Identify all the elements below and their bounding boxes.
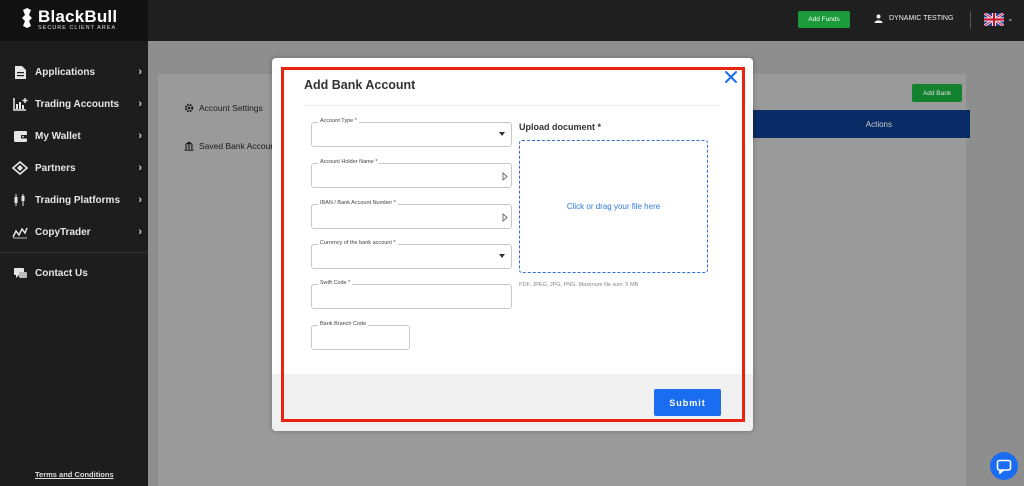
sidebar-item-label: Trading Platforms (35, 194, 121, 206)
field-label: Swift Code * (318, 280, 353, 286)
sidebar-item-partners[interactable]: Partners › (0, 152, 148, 184)
chat-widget-button[interactable] (990, 452, 1018, 480)
document-icon (12, 64, 28, 80)
terms-link[interactable]: Terms and Conditions (35, 470, 114, 479)
trend-icon (12, 224, 28, 240)
table-header: Actions (748, 110, 970, 138)
sidebar-item-label: Contact Us (35, 267, 88, 279)
account-holder-name-input[interactable]: Account Holder Name * (311, 159, 512, 188)
bank-branch-code-input[interactable]: Bank Branch Code (311, 321, 410, 350)
logo[interactable]: BlackBull SECURE CLIENT AREA (0, 0, 148, 41)
chat-icon (996, 459, 1012, 474)
iban-input[interactable]: IBAN / Bank Account Number * (311, 200, 512, 229)
sidebar-item-trading-accounts[interactable]: Trading Accounts › (0, 88, 148, 120)
topbar: Add Funds DYNAMIC TESTING ⌄ (148, 0, 1024, 41)
settings-item-label: Account Settings (199, 103, 263, 113)
upload-document-title: Upload document * (519, 122, 602, 132)
password-manager-icon[interactable] (502, 172, 508, 181)
add-bank-button[interactable]: Add Bank (912, 84, 962, 102)
sidebar-item-contact-us[interactable]: Contact Us (0, 257, 148, 289)
settings-item-label: Saved Bank Accoun (199, 141, 276, 151)
dropzone-text: Click or drag your file here (566, 202, 661, 211)
sidebar-item-label: My Wallet (35, 130, 81, 142)
sidebar-nav: Applications › Trading Accounts › My Wal… (0, 56, 148, 289)
settings-menu: Account Settings Saved Bank Accoun (184, 100, 275, 176)
sidebar-divider (0, 252, 148, 253)
swift-code-input[interactable]: Swift Code * (311, 280, 512, 309)
chevron-right-icon: › (138, 194, 142, 206)
user-menu[interactable]: DYNAMIC TESTING (874, 14, 953, 23)
chevron-down-icon[interactable]: ⌄ (1007, 14, 1014, 23)
sidebar-item-label: Applications (35, 66, 96, 78)
add-bank-account-modal: Add Bank Account Account Type * Account … (272, 58, 753, 431)
file-dropzone[interactable]: Click or drag your file here (519, 140, 708, 273)
user-icon (874, 14, 883, 23)
field-label: Currency of the bank account * (318, 240, 398, 246)
settings-item-account-settings[interactable]: Account Settings (184, 100, 275, 116)
bank-icon (184, 141, 194, 151)
bull-logo-icon (22, 8, 32, 28)
sidebar-item-label: CopyTrader (35, 226, 91, 238)
chat-bubbles-icon (12, 265, 28, 281)
brand-name: BlackBull (38, 7, 118, 26)
dropzone-hint: PDF, JPEG, JPG, PNG. Maximum file size: … (519, 282, 639, 288)
currency-select[interactable]: Currency of the bank account * (311, 240, 512, 269)
close-icon[interactable] (724, 70, 738, 84)
brand-tagline: SECURE CLIENT AREA (38, 25, 117, 31)
modal-title: Add Bank Account (304, 78, 416, 92)
chevron-right-icon: › (138, 66, 142, 78)
handshake-icon (12, 160, 28, 176)
chevron-down-icon (499, 132, 505, 136)
sidebar: BlackBull SECURE CLIENT AREA Application… (0, 0, 148, 486)
settings-item-saved-bank-accounts[interactable]: Saved Bank Accoun (184, 138, 275, 154)
uk-flag-icon[interactable] (984, 13, 1004, 26)
password-manager-icon[interactable] (502, 213, 508, 222)
add-funds-button[interactable]: Add Funds (798, 11, 850, 28)
field-label: Bank Branch Code (318, 321, 369, 327)
sidebar-item-my-wallet[interactable]: My Wallet › (0, 120, 148, 152)
topbar-divider (970, 11, 971, 29)
sidebar-item-trading-platforms[interactable]: Trading Platforms › (0, 184, 148, 216)
account-type-select[interactable]: Account Type * (311, 118, 512, 147)
sidebar-item-label: Trading Accounts (35, 98, 120, 110)
column-header-actions: Actions (865, 119, 892, 129)
chevron-right-icon: › (138, 98, 142, 110)
sidebar-item-copytrader[interactable]: CopyTrader › (0, 216, 148, 248)
wallet-icon (12, 128, 28, 144)
field-label: Account Holder Name * (318, 159, 380, 165)
chevron-down-icon (499, 254, 505, 258)
field-label: IBAN / Bank Account Number * (318, 200, 398, 206)
submit-button[interactable]: Submit (654, 389, 721, 416)
sidebar-item-applications[interactable]: Applications › (0, 56, 148, 88)
chevron-right-icon: › (138, 226, 142, 238)
gear-icon (184, 103, 194, 113)
user-name: DYNAMIC TESTING (889, 15, 954, 22)
field-label: Account Type * (318, 118, 359, 124)
sidebar-item-label: Partners (35, 162, 76, 174)
modal-title-divider (304, 105, 720, 106)
chevron-right-icon: › (138, 162, 142, 174)
candlestick-icon (12, 192, 28, 208)
chart-plus-icon (12, 96, 28, 112)
chevron-right-icon: › (138, 130, 142, 142)
